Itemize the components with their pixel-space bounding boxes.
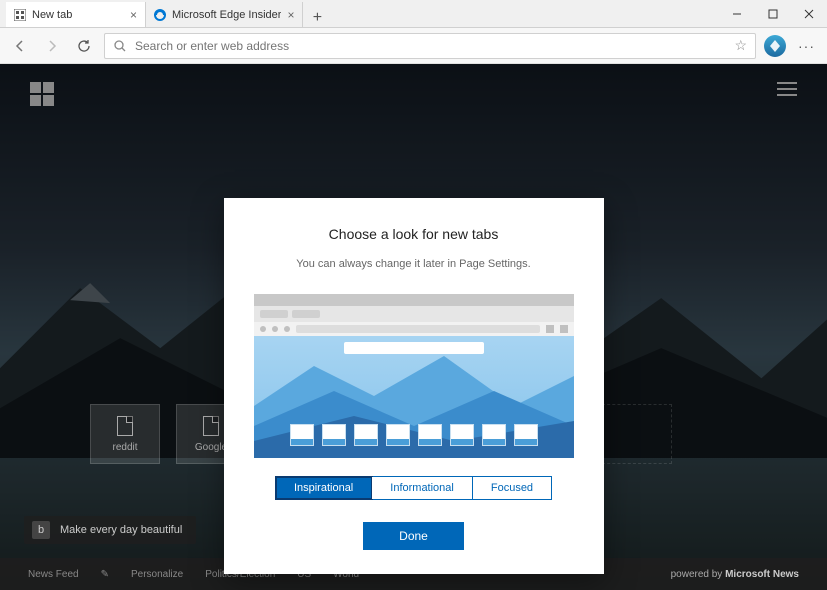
page-icon <box>117 416 133 436</box>
page-icon <box>203 416 219 436</box>
forward-button[interactable] <box>40 34 64 58</box>
windows-logo-icon[interactable] <box>30 82 54 106</box>
titlebar: New tab × Microsoft Edge Insider × + <box>0 0 827 28</box>
pencil-icon: ✎ <box>101 569 109 580</box>
bg-header <box>30 82 797 112</box>
tile-label: reddit <box>112 442 137 453</box>
window-controls <box>719 0 827 27</box>
option-informational[interactable]: Informational <box>372 477 473 499</box>
modal-subtitle: You can always change it later in Page S… <box>296 258 530 270</box>
edge-favicon <box>154 9 166 21</box>
tab-title: Microsoft Edge Insider <box>172 9 281 21</box>
newtab-favicon <box>14 9 26 21</box>
close-window-button[interactable] <box>791 0 827 27</box>
navbar: ☆ ··· <box>0 28 827 64</box>
close-icon[interactable]: × <box>287 8 294 22</box>
search-icon <box>113 39 127 53</box>
hamburger-icon[interactable] <box>777 82 797 96</box>
profile-button[interactable] <box>764 35 786 57</box>
new-tab-look-modal: Choose a look for new tabs You can alway… <box>224 198 604 574</box>
modal-title: Choose a look for new tabs <box>329 226 499 242</box>
favorite-icon[interactable]: ☆ <box>734 37 747 54</box>
minimize-button[interactable] <box>719 0 755 27</box>
new-tab-button[interactable]: + <box>303 9 331 27</box>
address-bar[interactable]: ☆ <box>104 33 756 59</box>
option-focused[interactable]: Focused <box>473 477 551 499</box>
bing-label: Make every day beautiful <box>60 524 182 536</box>
tile-label: Google <box>195 442 227 453</box>
footer-item[interactable]: Personalize <box>131 569 183 580</box>
refresh-button[interactable] <box>72 34 96 58</box>
layout-options: Inspirational Informational Focused <box>275 476 552 500</box>
tabs-area: New tab × Microsoft Edge Insider × + <box>0 0 719 27</box>
content-area: reddit Google b Make every day beautiful… <box>0 64 827 590</box>
back-button[interactable] <box>8 34 32 58</box>
layout-preview <box>254 294 574 458</box>
tab-new-tab[interactable]: New tab × <box>6 2 146 27</box>
bing-icon: b <box>32 521 50 539</box>
tab-title: New tab <box>32 9 124 21</box>
bing-button[interactable]: b Make every day beautiful <box>24 516 196 544</box>
close-icon[interactable]: × <box>130 8 137 22</box>
powered-by: powered by Microsoft News <box>671 569 799 580</box>
address-input[interactable] <box>135 39 726 53</box>
quicklink-tile-ghost[interactable] <box>602 404 672 464</box>
done-button[interactable]: Done <box>363 522 464 550</box>
maximize-button[interactable] <box>755 0 791 27</box>
footer-item[interactable]: News Feed <box>28 569 79 580</box>
tab-edge-insider[interactable]: Microsoft Edge Insider × <box>146 2 303 27</box>
option-inspirational[interactable]: Inspirational <box>276 477 372 499</box>
quicklink-tile[interactable]: reddit <box>90 404 160 464</box>
more-button[interactable]: ··· <box>794 38 819 54</box>
